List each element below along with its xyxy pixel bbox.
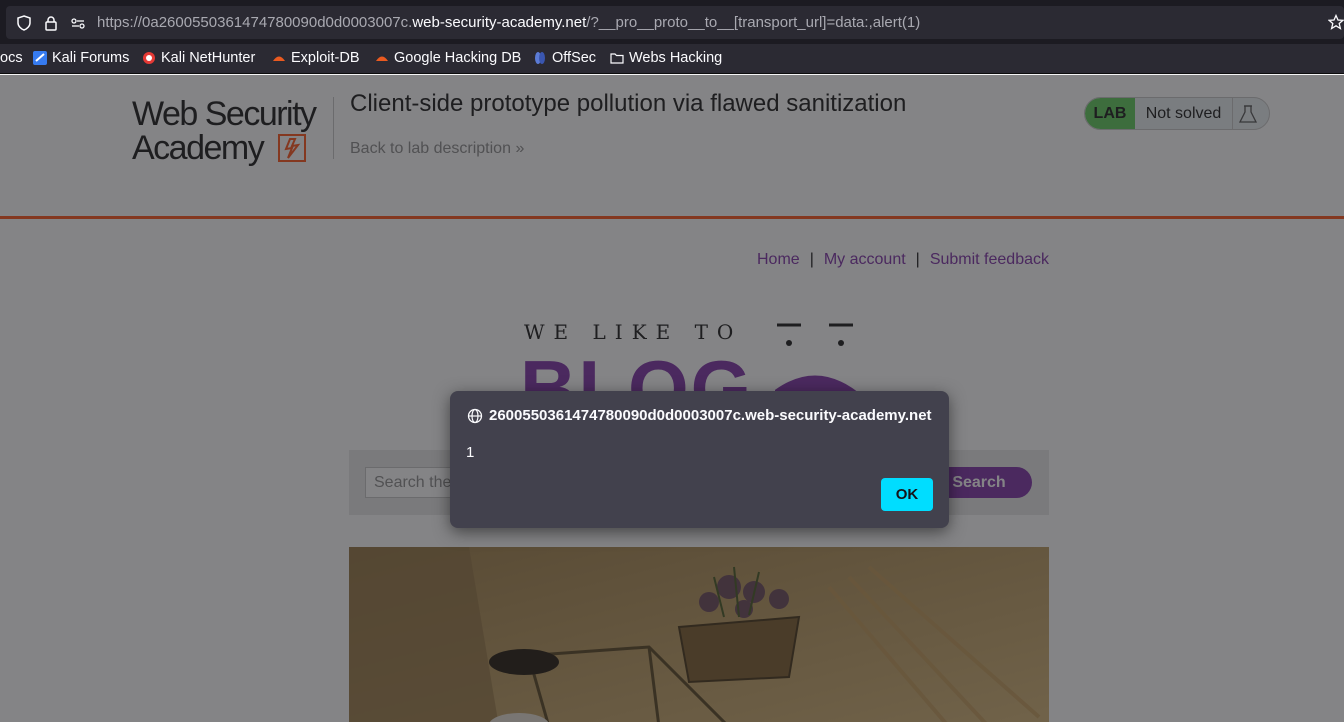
exploit-db-icon — [273, 56, 285, 61]
alert-dialog: 2600550361474780090d0d0003007c.web-secur… — [450, 391, 949, 528]
bookmark-google-hacking-db[interactable]: Google Hacking DB — [375, 50, 521, 66]
bookmark-folder-webs-hacking[interactable]: Webs Hacking — [610, 50, 722, 66]
dialog-message: 1 — [466, 444, 475, 461]
bookmark-exploit-db[interactable]: Exploit-DB — [272, 50, 360, 66]
url-host: web-security-academy.net — [412, 14, 587, 31]
lock-icon[interactable] — [43, 15, 59, 31]
kali-forums-icon — [33, 51, 47, 65]
bookmarks-toolbar: ocs Kali Forums Kali NetHunter Exploit-D… — [0, 44, 1344, 74]
folder-icon — [610, 53, 624, 64]
ghdb-icon — [376, 56, 388, 61]
dialog-origin: 2600550361474780090d0d0003007c.web-secur… — [489, 407, 932, 424]
url-text[interactable]: https://0a2600550361474780090d0d0003007c… — [97, 14, 920, 31]
globe-icon — [467, 408, 483, 424]
bookmark-kali-forums[interactable]: Kali Forums — [33, 50, 129, 66]
dialog-ok-button[interactable]: OK — [881, 478, 933, 511]
permissions-icon[interactable] — [70, 15, 86, 31]
bookmark-kali-nethunter[interactable]: Kali NetHunter — [142, 50, 255, 66]
shield-icon[interactable] — [16, 15, 32, 31]
bookmark-star-icon[interactable] — [1328, 14, 1344, 30]
offsec-icon — [535, 52, 545, 64]
url-suffix: /?__pro__proto__to__[transport_url]=data… — [586, 14, 921, 31]
bookmark-offsec[interactable]: OffSec — [533, 50, 596, 66]
url-prefix: https://0a2600550361474780090d0d0003007c… — [97, 14, 413, 31]
url-bar[interactable]: https://0a2600550361474780090d0d0003007c… — [6, 6, 1344, 39]
bookmark-docs[interactable]: ocs — [0, 50, 23, 66]
browser-toolbar: https://0a2600550361474780090d0d0003007c… — [0, 0, 1344, 44]
nethunter-icon — [143, 52, 155, 64]
